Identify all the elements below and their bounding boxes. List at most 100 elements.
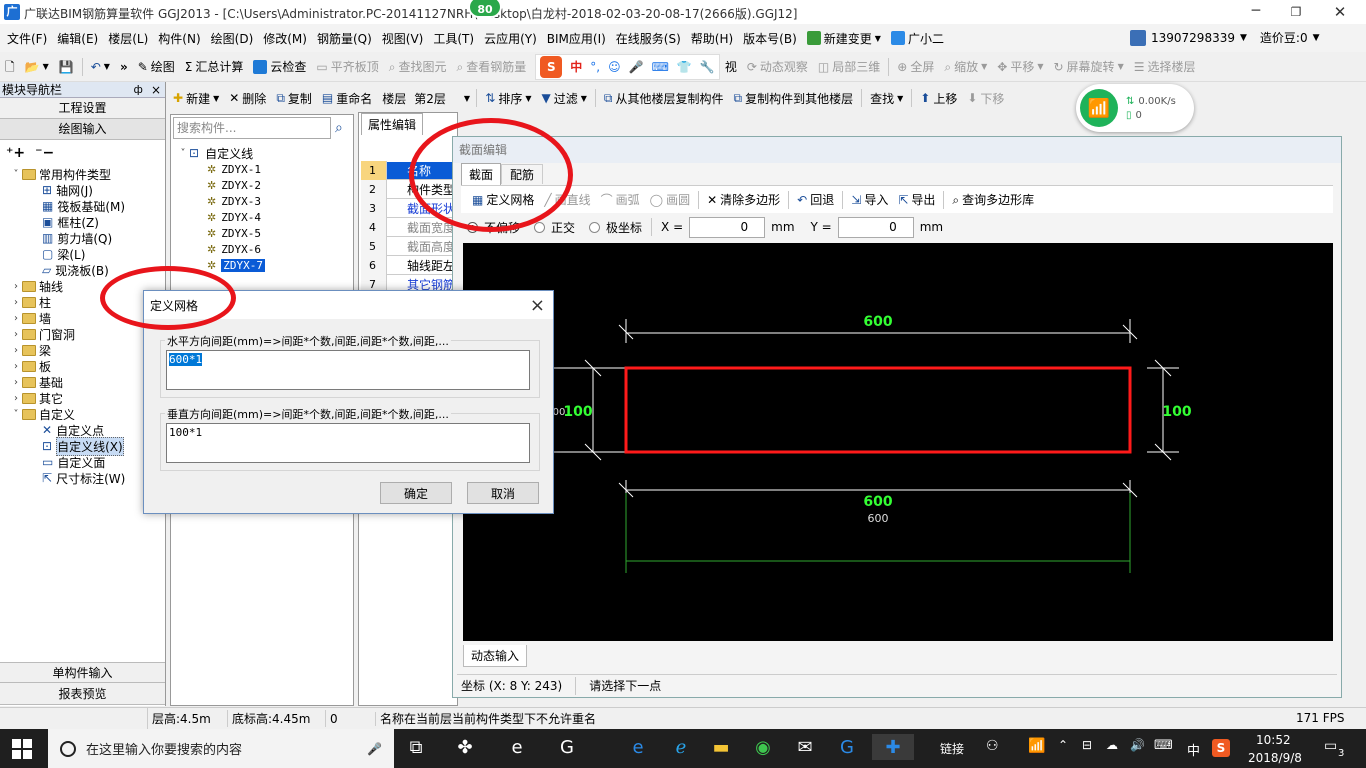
draw-button[interactable]: ✎ 绘图: [133, 52, 180, 81]
dynamic-view-button[interactable]: ⟳ 动态观察: [742, 52, 813, 81]
chevron-down-icon[interactable]: ˅: [10, 409, 22, 420]
chevron-right-icon[interactable]: ›: [10, 329, 22, 340]
chevron-right-icon[interactable]: ›: [10, 393, 22, 404]
x-coord-input[interactable]: 0: [689, 216, 766, 238]
menu-item-1[interactable]: 编辑(E): [52, 24, 103, 52]
cancel-button[interactable]: 取消: [467, 482, 539, 504]
close-window-button[interactable]: ✕: [1320, 0, 1360, 24]
move-down-button[interactable]: ⬇ 下移: [962, 86, 1009, 110]
tree-folder-7[interactable]: › 其它: [10, 390, 165, 406]
expand-all-icon[interactable]: ⁺+: [6, 145, 25, 161]
property-tab[interactable]: 属性编辑: [361, 113, 423, 135]
search-icon[interactable]: ⌕: [335, 120, 343, 136]
cloud-check-button[interactable]: 云检查: [248, 52, 311, 81]
component-item[interactable]: ✲ ZDYX-2: [177, 177, 353, 193]
component-search-input[interactable]: 搜索构件...: [173, 117, 331, 139]
glodon-icon[interactable]: G: [834, 734, 860, 760]
menu-item-7[interactable]: 视图(V): [377, 24, 429, 52]
menu-item-3[interactable]: 构件(N): [153, 24, 205, 52]
network-tray-icon[interactable]: ⊟: [1082, 738, 1092, 752]
new-file-button[interactable]: 🗋: [0, 52, 20, 81]
tree-folder-4[interactable]: › 梁: [10, 342, 165, 358]
component-item[interactable]: ✲ ZDYX-5: [177, 225, 353, 241]
project-settings-tab[interactable]: 工程设置: [0, 98, 165, 119]
save-button[interactable]: 💾: [54, 52, 79, 81]
ime-chinese-icon[interactable]: 中: [570, 58, 582, 75]
y-coord-input[interactable]: 0: [837, 216, 914, 238]
ggj-app-icon[interactable]: G: [554, 734, 580, 760]
floor-select[interactable]: 第2层 ▼: [411, 88, 473, 108]
menu-item-10[interactable]: BIM应用(I): [542, 24, 611, 52]
keyboard-icon[interactable]: ⌨: [652, 60, 669, 74]
tree-item-custom-2[interactable]: ▭ 自定义面: [10, 454, 165, 470]
ortho-radio[interactable]: [534, 221, 546, 233]
import-button[interactable]: ⇲ 导入: [846, 186, 893, 213]
fan-app-icon[interactable]: ✤: [452, 734, 478, 760]
menu-item-0[interactable]: 文件(F): [2, 24, 52, 52]
component-item[interactable]: ✲ ZDYX-1: [177, 161, 353, 177]
ie-icon[interactable]: ℯ: [668, 734, 694, 760]
find-element-button[interactable]: ⌕ 查找图元: [384, 52, 452, 81]
tree-item-common-3[interactable]: ▥ 剪力墙(Q): [10, 230, 165, 246]
emoji-icon[interactable]: ☺: [608, 60, 621, 74]
ok-button[interactable]: 确定: [380, 482, 452, 504]
report-preview-tab[interactable]: 报表预览: [0, 683, 165, 705]
menu-item-15[interactable]: 广小二: [886, 24, 949, 52]
menu-item-2[interactable]: 楼层(L): [103, 24, 153, 52]
mic-icon[interactable]: 🎤: [629, 60, 644, 74]
volume-icon[interactable]: 🔊: [1130, 738, 1145, 752]
task-view-icon[interactable]: ⧉: [403, 734, 429, 760]
sum-calc-button[interactable]: Σ 汇总计算: [180, 52, 249, 81]
menu-item-12[interactable]: 帮助(H): [686, 24, 738, 52]
query-polygon-lib-button[interactable]: ⌕ 查询多边形库: [947, 186, 1039, 213]
menu-item-5[interactable]: 修改(M): [258, 24, 312, 52]
fullscreen-button[interactable]: ⊕ 全屏: [892, 52, 939, 81]
view-button[interactable]: 视: [720, 52, 742, 81]
single-input-tab[interactable]: 单构件输入: [0, 662, 165, 683]
view-rebar-button[interactable]: ⌕ 查看钢筋量: [452, 52, 532, 81]
horizontal-spacing-input[interactable]: 600*1: [166, 350, 530, 390]
polar-radio[interactable]: [589, 221, 601, 233]
360-icon[interactable]: ◉: [750, 734, 776, 760]
copy-from-floor-button[interactable]: ⧉ 从其他楼层复制构件: [599, 86, 729, 110]
chevron-right-icon[interactable]: ›: [10, 361, 22, 372]
keyboard-tray-icon[interactable]: ⌨: [1154, 738, 1173, 753]
shirt-icon[interactable]: 👕: [677, 60, 692, 74]
copy-button[interactable]: ⧉ 复制: [271, 86, 317, 110]
chevron-right-icon[interactable]: ›: [10, 281, 22, 292]
menu-item-13[interactable]: 版本号(B): [738, 24, 802, 52]
people-icon[interactable]: ⚇: [986, 738, 999, 754]
tree-item-common-4[interactable]: ▢ 梁(L): [10, 246, 165, 262]
sync-tray-icon[interactable]: ☁: [1106, 738, 1118, 752]
dialog-close-icon[interactable]: ×: [530, 295, 545, 316]
more-icon[interactable]: »: [115, 52, 133, 81]
tray-link-label[interactable]: 链接: [940, 740, 964, 757]
draw-arc-button[interactable]: ⌒ 画弧: [596, 186, 645, 213]
chevron-right-icon[interactable]: ›: [10, 297, 22, 308]
tree-item-common-2[interactable]: ▣ 框柱(Z): [10, 214, 165, 230]
draw-input-tab[interactable]: 绘图输入: [0, 119, 165, 140]
chevron-right-icon[interactable]: ›: [10, 345, 22, 356]
component-item[interactable]: ✲ ZDYX-3: [177, 193, 353, 209]
export-button[interactable]: ⇱ 导出: [893, 186, 940, 213]
tree-item-common-1[interactable]: ▦ 筏板基础(M): [10, 198, 165, 214]
menu-item-11[interactable]: 在线服务(S): [611, 24, 686, 52]
local-3d-button[interactable]: ◫ 局部三维: [813, 52, 885, 81]
flat-top-button[interactable]: ▭ 平齐板顶: [311, 52, 383, 81]
edge-blue-icon[interactable]: e: [625, 734, 651, 760]
delete-button[interactable]: ✕ 删除: [224, 86, 271, 110]
chevron-down-icon[interactable]: ˅: [10, 169, 22, 180]
select-floor-button[interactable]: ☰ 选择楼层: [1129, 52, 1201, 81]
file-explorer-icon[interactable]: ▬: [708, 734, 734, 760]
taskbar-search-box[interactable]: 在这里输入你要搜索的内容 🎤: [48, 729, 394, 768]
windows-start-icon[interactable]: [12, 739, 32, 759]
chevron-down-icon[interactable]: ˅: [177, 148, 189, 159]
draw-circle-button[interactable]: ◯ 画圆: [645, 186, 695, 213]
tree-folder-8[interactable]: ˅ 自定义: [10, 406, 165, 422]
mail-icon[interactable]: ✉: [792, 734, 818, 760]
dynamic-input-tab[interactable]: 动态输入: [463, 645, 527, 667]
sogou-tray-icon[interactable]: S: [1212, 739, 1230, 757]
menu-item-6[interactable]: 钢筋量(Q): [312, 24, 377, 52]
open-button[interactable]: 📂 ▼: [20, 52, 54, 81]
notification-icon[interactable]: ▭: [1324, 738, 1337, 754]
